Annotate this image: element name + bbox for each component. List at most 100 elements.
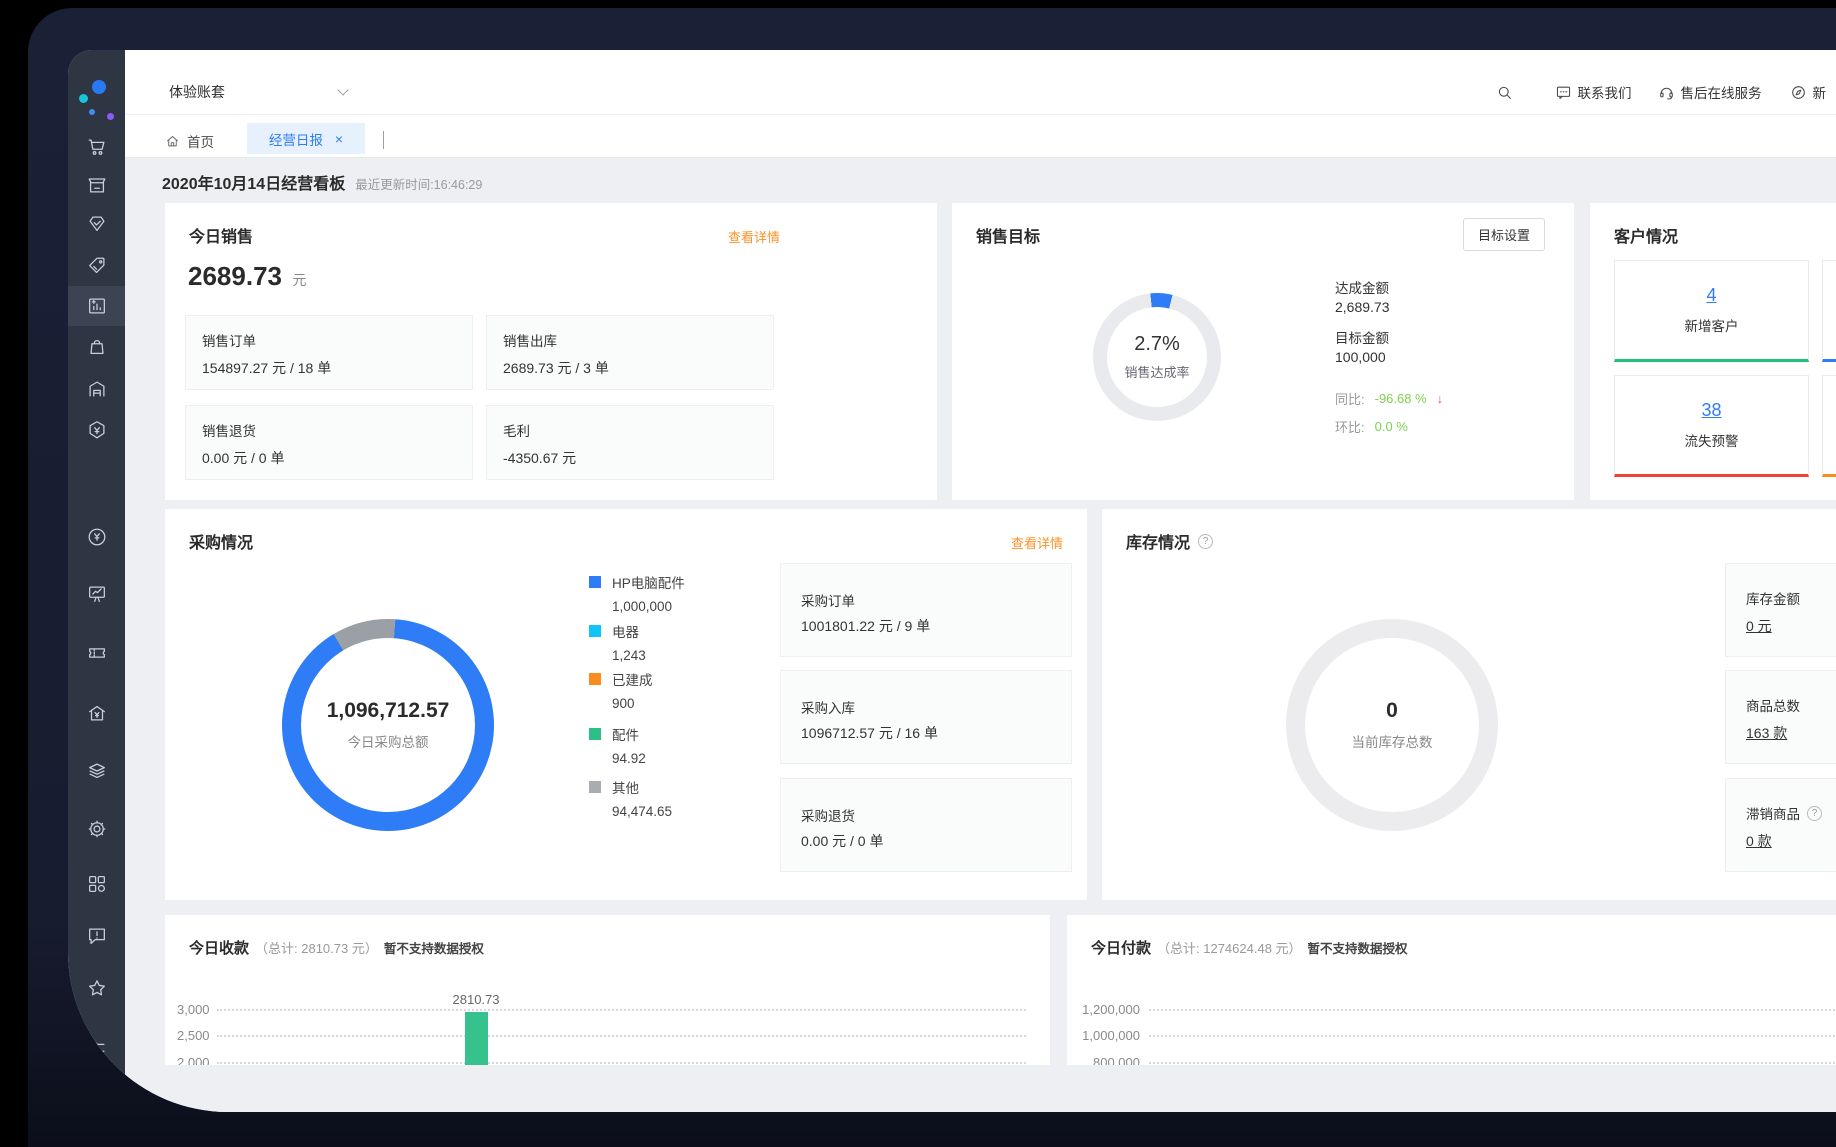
card-title: 今日付款 xyxy=(1091,940,1152,957)
legend-item: HP电脑配件 1,000,000 xyxy=(589,572,685,614)
mom-row: 环比: 0.0 % xyxy=(1335,419,1408,435)
gear-icon xyxy=(88,820,105,838)
sidebar xyxy=(68,50,125,1112)
sidebar-item-star[interactable] xyxy=(68,968,125,1008)
card-title: 今日销售 xyxy=(189,229,254,246)
target-donut-chart: 2.7% 销售达成率 xyxy=(1093,293,1221,421)
sidebar-item-house-price[interactable] xyxy=(68,693,125,733)
tab-list-dropdown[interactable] xyxy=(383,131,384,149)
bar-value-label: 2810.73 xyxy=(452,992,500,1007)
product-total-tile[interactable]: 商品总数 163 款 xyxy=(1725,670,1836,764)
purchase-return-tile[interactable]: 采购退货 0.00 元 / 0 单 xyxy=(780,778,1072,872)
purchase-detail-link[interactable]: 查看详情 xyxy=(1011,533,1063,552)
gem-icon xyxy=(88,216,105,232)
card-title: 今日收款 xyxy=(189,940,250,957)
arrow-down-icon: ↓ xyxy=(1436,391,1444,406)
legend-item: 已建成 900 xyxy=(589,669,653,711)
legend-item: 配件 94.92 xyxy=(589,724,646,766)
sidebar-item-warehouse[interactable] xyxy=(68,369,125,409)
sidebar-item-coin[interactable] xyxy=(68,517,125,557)
store-icon xyxy=(88,178,105,193)
topbar: 体验账套 联系我们 售后在线服务 新 xyxy=(125,50,1836,114)
sidebar-item-apps[interactable] xyxy=(68,864,125,904)
customer-card: 客户情况 4 新增客户 38 流失预警 xyxy=(1590,203,1836,500)
legend-item: 电器 1,243 xyxy=(589,621,646,663)
inventory-card: 库存情况 ? 0 当前库存总数 库存金额 0 元 商品总数 163 款 滞销商品 xyxy=(1102,509,1836,900)
sidebar-item-tag[interactable] xyxy=(68,246,125,286)
gross-profit-tile[interactable]: 毛利 -4350.67 元 xyxy=(486,405,774,480)
contact-us-button[interactable]: 联系我们 xyxy=(1555,82,1632,102)
legend-swatch xyxy=(589,673,601,685)
legend-swatch xyxy=(589,625,601,637)
card-title: 客户情况 xyxy=(1614,229,1679,246)
dashboard-content: 2020年10月14日经营看板 最近更新时间:16:46:29 今日销售 查看详… xyxy=(125,158,1836,1112)
yoy-row: 同比: -96.68 % ↓ xyxy=(1335,391,1444,407)
slow-moving-tile[interactable]: 滞销商品 ? 0 款 xyxy=(1725,778,1836,872)
purchase-donut-chart: 1,096,712.57 今日采购总额 xyxy=(282,619,494,831)
tab-daily-report[interactable]: 经营日报 × xyxy=(247,123,365,154)
help-icon[interactable]: ? xyxy=(1198,533,1214,549)
help-icon[interactable]: ? xyxy=(1807,805,1822,821)
newbie-guide-button[interactable]: 新 xyxy=(1790,82,1826,102)
today-receipts-card: 今日收款 （总计: 2810.73 元） 暂不支持数据授权 3,000 2,50… xyxy=(165,915,1050,1065)
apps-icon xyxy=(88,876,105,892)
sidebar-item-gem[interactable] xyxy=(68,204,125,244)
receipt-bar[interactable] xyxy=(465,1012,488,1065)
inventory-amount-tile[interactable]: 库存金额 0 元 xyxy=(1725,563,1836,657)
sidebar-item-store[interactable] xyxy=(68,165,125,205)
sales-detail-link[interactable]: 查看详情 xyxy=(728,227,780,246)
sidebar-item-board[interactable] xyxy=(68,574,125,614)
cashbox-icon xyxy=(88,421,105,439)
account-switcher[interactable]: 体验账套 xyxy=(169,82,349,102)
coin-icon xyxy=(88,528,105,546)
sales-outbound-tile[interactable]: 销售出库 2689.73 元 / 3 单 xyxy=(486,315,774,390)
warehouse-icon xyxy=(88,381,105,397)
app-logo xyxy=(68,70,125,130)
legend-swatch xyxy=(589,576,601,588)
tab-home[interactable]: 首页 xyxy=(165,125,214,157)
legend-swatch xyxy=(589,728,601,740)
sales-order-tile[interactable]: 销售订单 154897.27 元 / 18 单 xyxy=(185,315,473,390)
search-icon xyxy=(1498,86,1511,99)
chevron-down-icon xyxy=(383,131,384,149)
feedback-icon xyxy=(88,928,105,944)
app-window: 体验账套 联系我们 售后在线服务 新 首页 经营日报 × 2020年10月14日… xyxy=(68,50,1836,1112)
sales-amount: 2689.73 元 xyxy=(188,261,307,291)
layers-icon xyxy=(88,763,105,779)
customer-tile-clipped[interactable] xyxy=(1822,375,1836,477)
tabbar: 首页 经营日报 × xyxy=(125,114,1836,158)
purchase-card: 采购情况 查看详情 1,096,712.57 今日采购总额 HP电脑配件 1,0… xyxy=(165,509,1087,900)
legend-swatch xyxy=(589,781,601,793)
purchase-order-tile[interactable]: 采购订单 1001801.22 元 / 9 单 xyxy=(780,563,1072,657)
new-customers-tile[interactable]: 4 新增客户 xyxy=(1614,260,1809,362)
sidebar-item-ticket[interactable] xyxy=(68,633,125,673)
target-settings-button[interactable]: 目标设置 xyxy=(1462,218,1545,251)
sales-return-tile[interactable]: 销售退货 0.00 元 / 0 单 xyxy=(185,405,473,480)
sidebar-item-report[interactable] xyxy=(68,286,125,326)
customer-tile-clipped[interactable] xyxy=(1822,260,1836,362)
legend-item: 其他 94,474.65 xyxy=(589,777,672,819)
sidebar-item-gear[interactable] xyxy=(68,809,125,849)
sidebar-item-layers[interactable] xyxy=(68,751,125,791)
sidebar-item-sliders[interactable] xyxy=(68,1028,125,1068)
after-sales-service-button[interactable]: 售后在线服务 xyxy=(1658,82,1762,102)
sidebar-item-cart[interactable] xyxy=(68,127,125,167)
ticket-icon xyxy=(88,648,105,658)
purchase-inbound-tile[interactable]: 采购入库 1096712.57 元 / 16 单 xyxy=(780,670,1072,764)
topbar-actions: 联系我们 售后在线服务 新 xyxy=(1496,82,1826,102)
cart-icon xyxy=(88,139,105,155)
today-payments-card: 今日付款 （总计: 1274624.48 元） 暂不支持数据授权 1,200,0… xyxy=(1067,915,1836,1065)
last-updated: 最近更新时间:16:46:29 xyxy=(355,178,483,192)
search-button[interactable] xyxy=(1496,84,1513,101)
close-icon[interactable]: × xyxy=(335,132,343,146)
board-icon xyxy=(88,586,105,602)
house-price-icon xyxy=(88,705,105,721)
chevron-down-icon xyxy=(337,84,349,96)
sidebar-item-cashbox[interactable] xyxy=(68,410,125,450)
sidebar-item-bag[interactable] xyxy=(68,327,125,367)
churn-warning-tile[interactable]: 38 流失预警 xyxy=(1614,375,1809,477)
page-title: 2020年10月14日经营看板 xyxy=(162,176,346,193)
sidebar-item-feedback[interactable] xyxy=(68,916,125,956)
card-title: 销售目标 xyxy=(976,229,1041,246)
sliders-icon xyxy=(88,1042,105,1054)
